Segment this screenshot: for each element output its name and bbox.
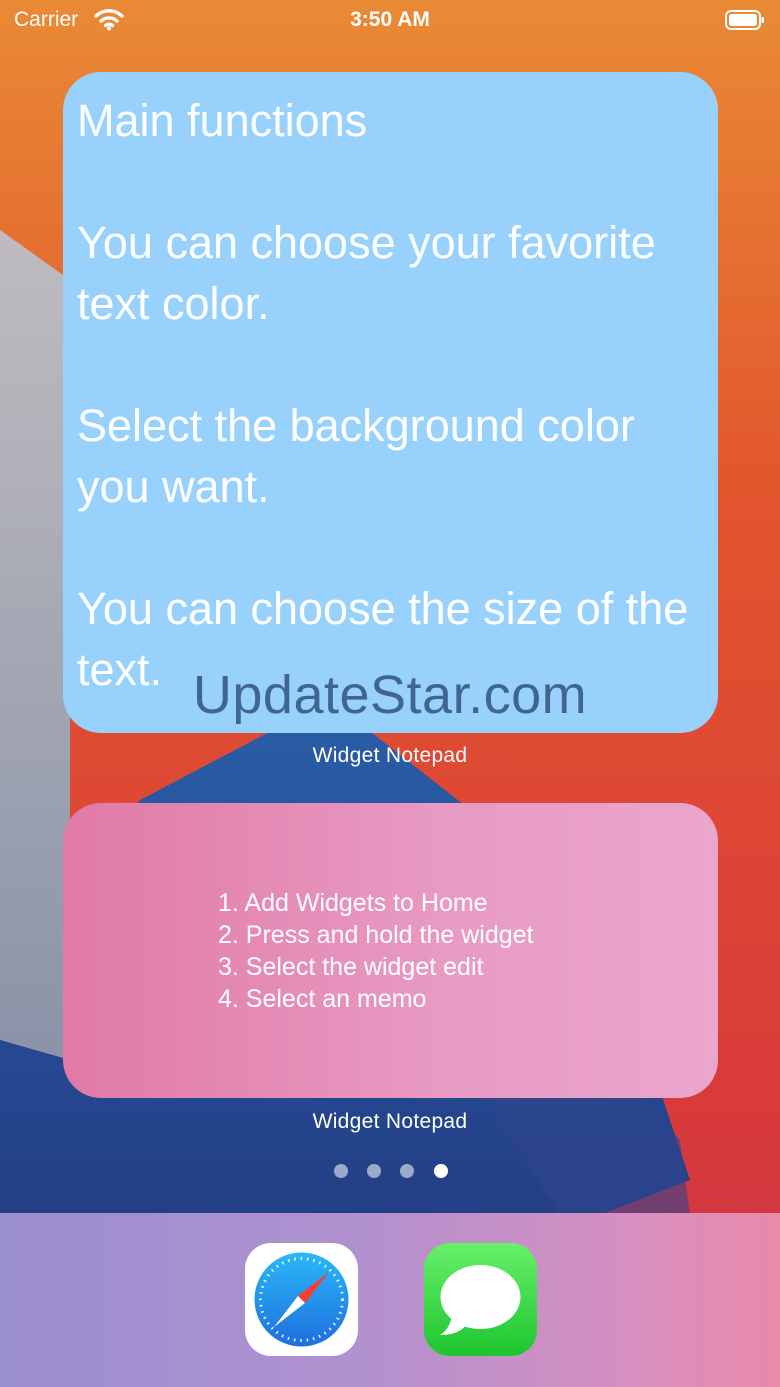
widget-label: Widget Notepad xyxy=(312,1110,468,1133)
widget-label: Widget Notepad xyxy=(312,744,468,767)
instruction-steps: 1. Add Widgets to Home 2. Press and hold… xyxy=(218,887,533,1015)
note-widget-text: Main functions You can choose your favor… xyxy=(77,95,689,695)
instruction-step: 3. Select the widget edit xyxy=(218,953,484,981)
watermark: UpdateStar.com xyxy=(192,665,588,725)
messages-app[interactable] xyxy=(424,1243,537,1356)
note-widget-medium[interactable]: 1. Add Widgets to Home 2. Press and hold… xyxy=(63,803,718,1098)
dock xyxy=(0,1213,780,1387)
instruction-step: 4. Select an memo xyxy=(218,985,427,1013)
page-dot[interactable] xyxy=(334,1164,348,1178)
status-time: 3:50 AM xyxy=(350,8,430,31)
instruction-step: 2. Press and hold the widget xyxy=(218,921,534,949)
page-indicator[interactable] xyxy=(0,1164,780,1180)
page-dot[interactable] xyxy=(400,1164,414,1178)
note-widget-large[interactable]: Main functions You can choose your favor… xyxy=(63,72,718,733)
page-dot-active[interactable] xyxy=(434,1164,448,1178)
compass-icon xyxy=(254,1252,349,1347)
battery-icon xyxy=(725,10,764,30)
safari-app[interactable] xyxy=(245,1243,358,1356)
instruction-step: 1. Add Widgets to Home xyxy=(218,889,488,917)
page-dot[interactable] xyxy=(367,1164,381,1178)
speech-bubble-icon xyxy=(440,1265,521,1335)
status-bar: Carrier 3:50 AM xyxy=(0,0,780,44)
